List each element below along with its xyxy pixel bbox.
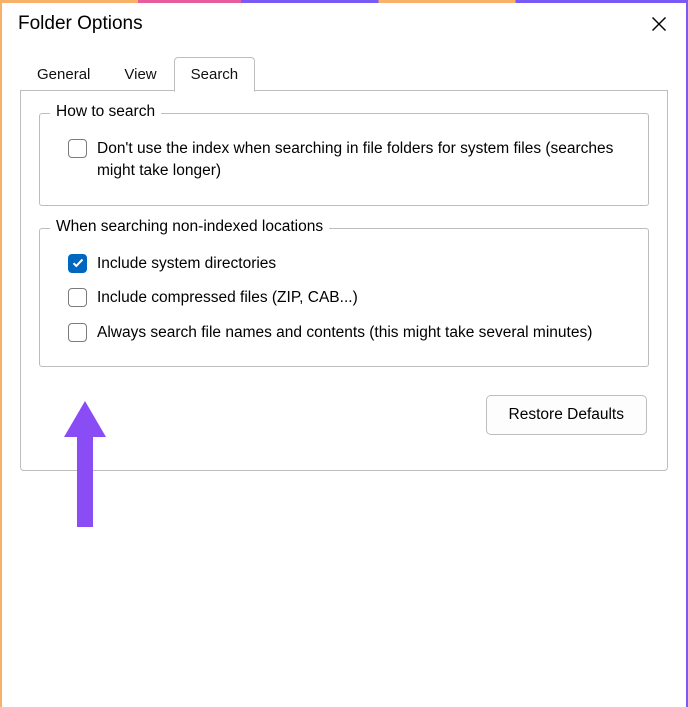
- checkbox-include-system-dirs[interactable]: [68, 254, 87, 273]
- group-legend: When searching non-indexed locations: [50, 218, 329, 236]
- option-row: Include compressed files (ZIP, CAB...): [54, 281, 634, 315]
- tab-general[interactable]: General: [20, 57, 107, 91]
- folder-options-window: Folder Options General View Search How t…: [0, 0, 688, 707]
- tab-view[interactable]: View: [107, 57, 173, 91]
- close-icon: [651, 16, 667, 32]
- group-non-indexed: When searching non-indexed locations Inc…: [39, 228, 649, 367]
- restore-defaults-button[interactable]: Restore Defaults: [486, 395, 647, 435]
- window-title: Folder Options: [18, 13, 143, 35]
- content-area: General View Search How to search Don't …: [2, 57, 686, 471]
- option-row: Always search file names and contents (t…: [54, 316, 634, 350]
- tab-strip: General View Search: [20, 57, 668, 91]
- option-row: Don't use the index when searching in fi…: [54, 132, 634, 189]
- checkbox-always-search-contents[interactable]: [68, 323, 87, 342]
- tab-panel-search: How to search Don't use the index when s…: [20, 91, 668, 471]
- group-legend: How to search: [50, 103, 161, 121]
- restore-row: Restore Defaults: [39, 389, 649, 435]
- option-label[interactable]: Include compressed files (ZIP, CAB...): [97, 287, 358, 309]
- option-label[interactable]: Don't use the index when searching in fi…: [97, 138, 634, 183]
- option-row: Include system directories: [54, 247, 634, 281]
- option-label[interactable]: Include system directories: [97, 253, 276, 275]
- tab-search[interactable]: Search: [174, 57, 256, 92]
- checkbox-include-compressed[interactable]: [68, 288, 87, 307]
- titlebar: Folder Options: [2, 3, 686, 49]
- check-icon: [72, 257, 84, 269]
- close-button[interactable]: [648, 13, 670, 35]
- option-label[interactable]: Always search file names and contents (t…: [97, 322, 592, 344]
- group-how-to-search: How to search Don't use the index when s…: [39, 113, 649, 206]
- checkbox-dont-use-index[interactable]: [68, 139, 87, 158]
